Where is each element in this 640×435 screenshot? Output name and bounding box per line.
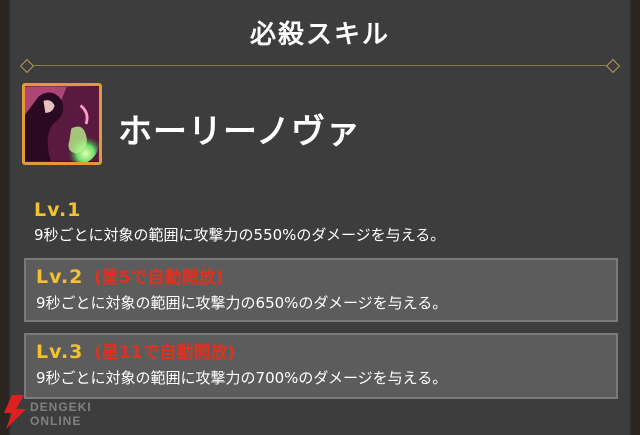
panel-title: 必殺スキル bbox=[249, 20, 390, 50]
unlock-condition: (星11で自動開放) bbox=[94, 343, 236, 363]
watermark-wordmark: DENGEKI ONLINE bbox=[30, 400, 92, 428]
level-description: 9秒ごとに対象の範囲に攻撃力の650%のダメージを与える。 bbox=[36, 294, 448, 312]
level-label: Lv.1 bbox=[34, 199, 82, 221]
unlock-condition: (星5で自動開放) bbox=[94, 268, 224, 288]
level-label: Lv.3 bbox=[36, 341, 84, 363]
title-divider bbox=[19, 58, 621, 74]
level-label: Lv.2 bbox=[36, 266, 84, 288]
skill-panel: 必殺スキル ホーリーノヴァ Lv.1 9秒ごとに対象の範囲に攻撃力の550%のダ… bbox=[8, 0, 632, 435]
dengeki-online-watermark: DENGEKI ONLINE bbox=[0, 393, 130, 435]
skill-icon bbox=[22, 83, 102, 165]
holy-nova-art bbox=[25, 87, 99, 162]
lightning-logo-icon bbox=[4, 395, 26, 429]
level-description: 9秒ごとに対象の範囲に攻撃力の700%のダメージを与える。 bbox=[36, 369, 448, 387]
level-description: 9秒ごとに対象の範囲に攻撃力の550%のダメージを与える。 bbox=[34, 226, 446, 244]
skill-level-3: Lv.3 (星11で自動開放) 9秒ごとに対象の範囲に攻撃力の700%のダメージ… bbox=[24, 333, 618, 399]
skill-name: ホーリーノヴァ bbox=[118, 112, 361, 152]
svg-text:ONLINE: ONLINE bbox=[30, 414, 81, 428]
skill-level-1: Lv.1 9秒ごとに対象の範囲に攻撃力の550%のダメージを与える。 bbox=[24, 193, 618, 247]
skill-level-2: Lv.2 (星5で自動開放) 9秒ごとに対象の範囲に攻撃力の650%のダメージを… bbox=[24, 258, 618, 322]
svg-text:DENGEKI: DENGEKI bbox=[30, 400, 92, 414]
